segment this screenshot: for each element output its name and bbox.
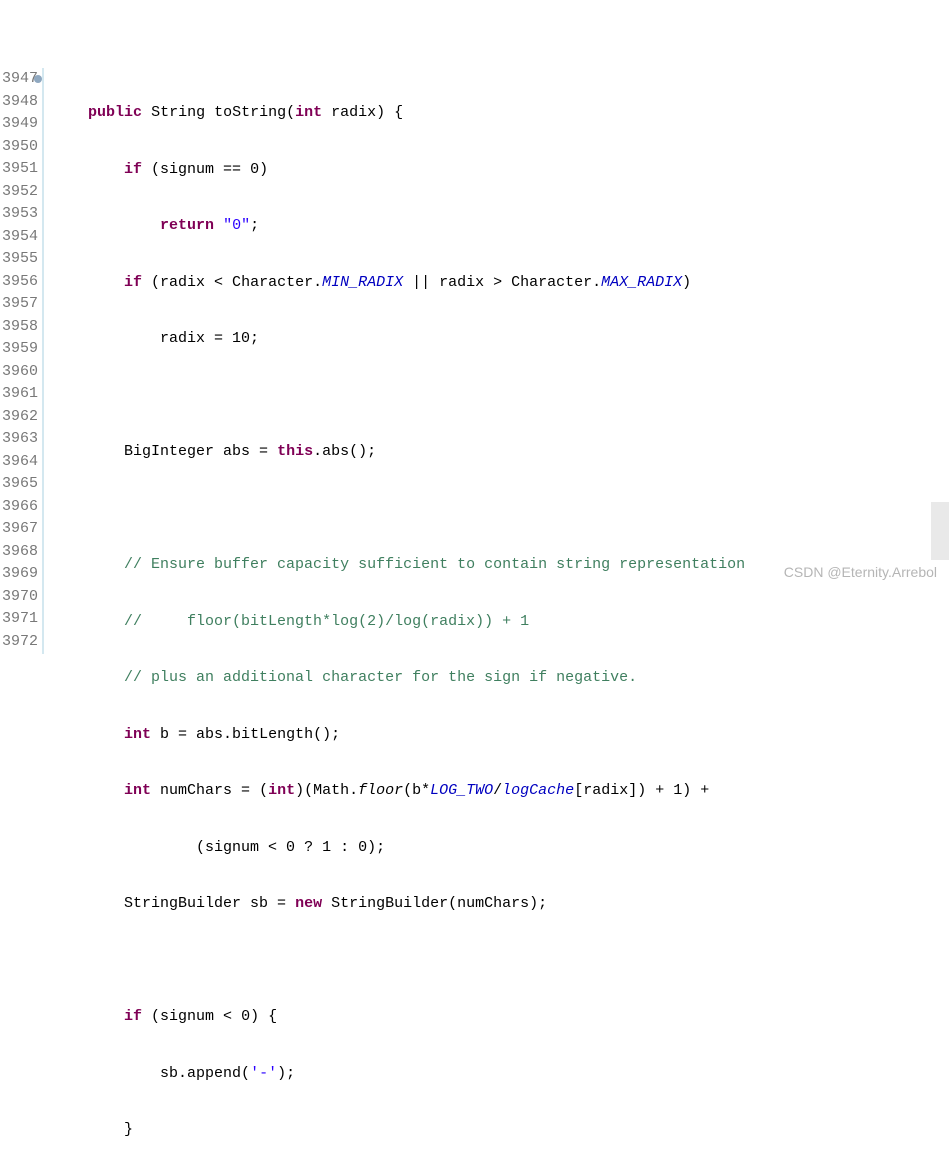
code-line: // Ensure buffer capacity sufficient to …	[52, 554, 949, 577]
scrollbar-hint[interactable]	[931, 502, 949, 560]
line-number: 3968	[0, 541, 40, 564]
line-number: 3954	[0, 226, 40, 249]
code-line: public String toString(int radix) {	[52, 102, 949, 125]
line-number: 3959	[0, 338, 40, 361]
code-line: if (radix < Character.MIN_RADIX || radix…	[52, 272, 949, 295]
code-line	[52, 385, 949, 408]
line-number: 3972	[0, 631, 40, 654]
line-number: 3953	[0, 203, 40, 226]
line-number: 3956	[0, 271, 40, 294]
line-number: 3965	[0, 473, 40, 496]
line-number: 3961	[0, 383, 40, 406]
code-content[interactable]: public String toString(int radix) { if (…	[44, 68, 949, 654]
line-number: 3955	[0, 248, 40, 271]
code-editor[interactable]: 3947394839493950395139523953395439553956…	[0, 68, 949, 654]
line-number-gutter: 3947394839493950395139523953395439553956…	[0, 68, 44, 654]
line-number: 3950	[0, 136, 40, 159]
code-line: int numChars = (int)(Math.floor(b*LOG_TW…	[52, 780, 949, 803]
line-number: 3970	[0, 586, 40, 609]
code-line: // plus an additional character for the …	[52, 667, 949, 690]
line-number: 3949	[0, 113, 40, 136]
line-number: 3963	[0, 428, 40, 451]
code-line	[52, 498, 949, 521]
code-line: BigInteger abs = this.abs();	[52, 441, 949, 464]
code-line: }	[52, 1119, 949, 1142]
code-line: sb.append('-');	[52, 1063, 949, 1086]
code-line: return "0";	[52, 215, 949, 238]
line-number: 3966	[0, 496, 40, 519]
code-line: if (signum == 0)	[52, 159, 949, 182]
line-number: 3947	[0, 68, 40, 91]
line-number: 3958	[0, 316, 40, 339]
line-number: 3967	[0, 518, 40, 541]
code-line: StringBuilder sb = new StringBuilder(num…	[52, 893, 949, 916]
line-number: 3957	[0, 293, 40, 316]
line-number: 3969	[0, 563, 40, 586]
code-line: radix = 10;	[52, 328, 949, 351]
line-number: 3960	[0, 361, 40, 384]
code-line	[52, 950, 949, 973]
line-number: 3964	[0, 451, 40, 474]
line-number: 3948	[0, 91, 40, 114]
line-number: 3962	[0, 406, 40, 429]
code-line: // floor(bitLength*log(2)/log(radix)) + …	[52, 611, 949, 634]
code-line: if (signum < 0) {	[52, 1006, 949, 1029]
code-line: int b = abs.bitLength();	[52, 724, 949, 747]
code-line: (signum < 0 ? 1 : 0);	[52, 837, 949, 860]
line-number: 3952	[0, 181, 40, 204]
line-number: 3971	[0, 608, 40, 631]
line-number: 3951	[0, 158, 40, 181]
